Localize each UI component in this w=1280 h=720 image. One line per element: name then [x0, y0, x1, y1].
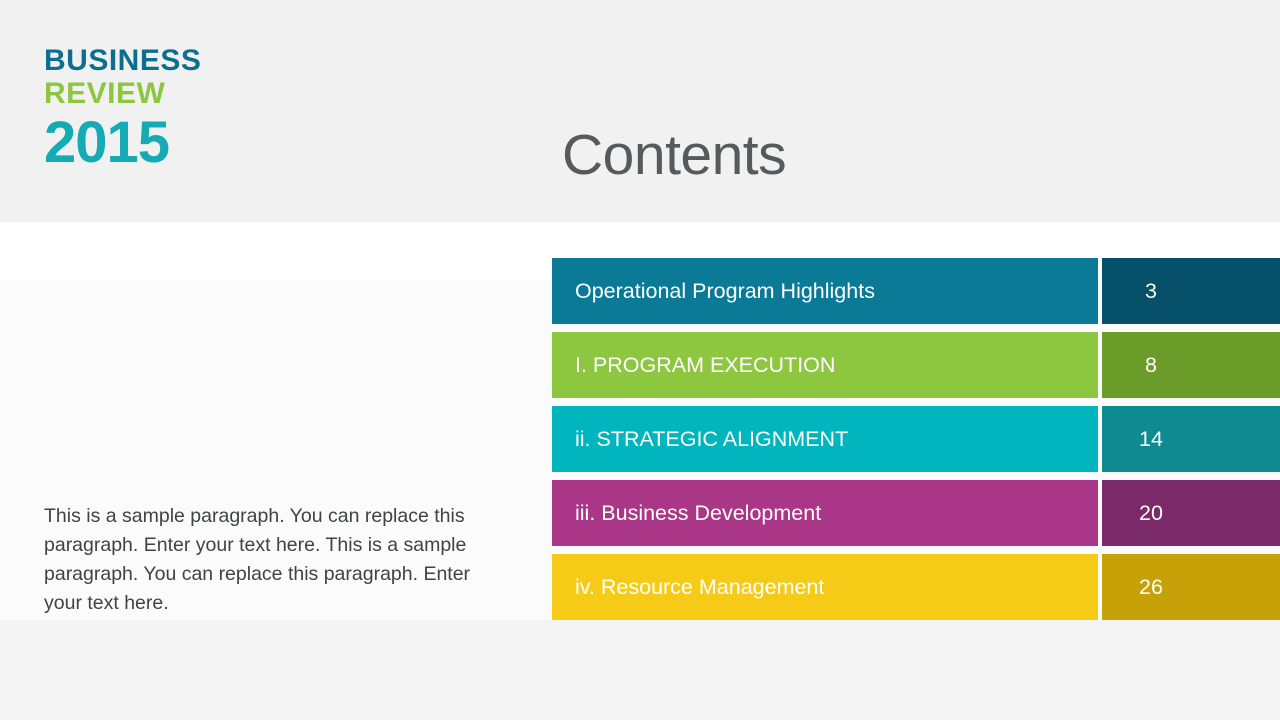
contents-row[interactable]: ii. STRATEGIC ALIGNMENT 14	[552, 406, 1280, 472]
footer-background-band	[0, 620, 1280, 720]
description-paragraph: This is a sample paragraph. You can repl…	[44, 505, 471, 614]
contents-row-page-number[interactable]: 20	[1102, 480, 1280, 546]
logo-year: 2015	[44, 110, 170, 175]
contents-row[interactable]: Operational Program Highlights 3	[552, 258, 1280, 324]
contents-row-label[interactable]: iii. Business Development	[552, 480, 1098, 546]
brand-logo: BUSINESS REVIEW 2015	[44, 46, 201, 172]
contents-row-page-number[interactable]: 3	[1102, 258, 1280, 324]
contents-row-label[interactable]: ii. STRATEGIC ALIGNMENT	[552, 406, 1098, 472]
page-title: Contents	[562, 123, 787, 187]
slide-canvas: BUSINESS REVIEW 2015 Contents This is a …	[0, 0, 1280, 720]
contents-row-label[interactable]: I. PROGRAM EXECUTION	[552, 332, 1098, 398]
logo-line-review: REVIEW	[44, 77, 166, 110]
logo-line-business: BUSINESS	[44, 44, 202, 77]
contents-row[interactable]: I. PROGRAM EXECUTION 8	[552, 332, 1280, 398]
contents-row-label[interactable]: Operational Program Highlights	[552, 258, 1098, 324]
contents-list: Operational Program Highlights 3 I. PROGRA…	[552, 258, 1280, 620]
contents-row-page-number[interactable]: 8	[1102, 332, 1280, 398]
contents-row-page-number[interactable]: 14	[1102, 406, 1280, 472]
contents-row[interactable]: iii. Business Development 20	[552, 480, 1280, 546]
contents-row-page-number[interactable]: 26	[1102, 554, 1280, 620]
contents-row-label[interactable]: iv. Resource Management	[552, 554, 1098, 620]
contents-row[interactable]: iv. Resource Management 26	[552, 554, 1280, 620]
